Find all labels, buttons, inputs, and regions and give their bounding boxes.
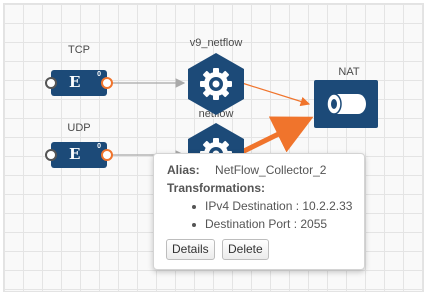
- udp-output-port[interactable]: [101, 149, 113, 161]
- link-netflow-nat: [240, 116, 314, 155]
- nat-node-label: NAT: [338, 66, 360, 78]
- list-item: IPv4 Destination : 10.2.2.33: [167, 199, 352, 217]
- nat-destination-node[interactable]: [314, 80, 378, 128]
- transformations-list: IPv4 Destination : 10.2.2.33 Destination…: [167, 199, 352, 235]
- tcp-input-port[interactable]: [45, 77, 57, 89]
- topology-canvas[interactable]: TCP UDP v9_netflow netflow NAT E 0 E 0: [3, 3, 424, 292]
- v9-netflow-node-label: v9_netflow: [189, 37, 243, 49]
- alias-row: Alias: NetFlow_Collector_2: [167, 163, 326, 177]
- link-v9-netflow-nat: [241, 82, 311, 107]
- tcp-node-label: TCP: [68, 44, 90, 56]
- udp-input-port[interactable]: [45, 149, 57, 161]
- alias-label: Alias:: [167, 163, 200, 177]
- v9-netflow-node[interactable]: [186, 52, 246, 116]
- udp-node-label: UDP: [67, 122, 91, 134]
- udp-source-node[interactable]: E 0: [45, 142, 113, 168]
- details-button[interactable]: Details: [166, 239, 215, 260]
- tcp-output-port[interactable]: [101, 77, 113, 89]
- udp-count: 0: [97, 143, 101, 150]
- tcp-source-node[interactable]: E 0: [45, 70, 113, 96]
- tcp-count: 0: [97, 71, 101, 78]
- list-item: Destination Port : 2055: [167, 217, 352, 235]
- transformations-label: Transformations:: [167, 181, 266, 195]
- pipe-icon: [326, 93, 366, 115]
- node-details-tooltip: Alias: NetFlow_Collector_2 Transformatio…: [153, 153, 365, 270]
- delete-button[interactable]: Delete: [222, 239, 269, 260]
- logo-e-icon: E: [69, 73, 81, 91]
- logo-e-icon: E: [69, 145, 81, 163]
- alias-value: NetFlow_Collector_2: [215, 163, 327, 177]
